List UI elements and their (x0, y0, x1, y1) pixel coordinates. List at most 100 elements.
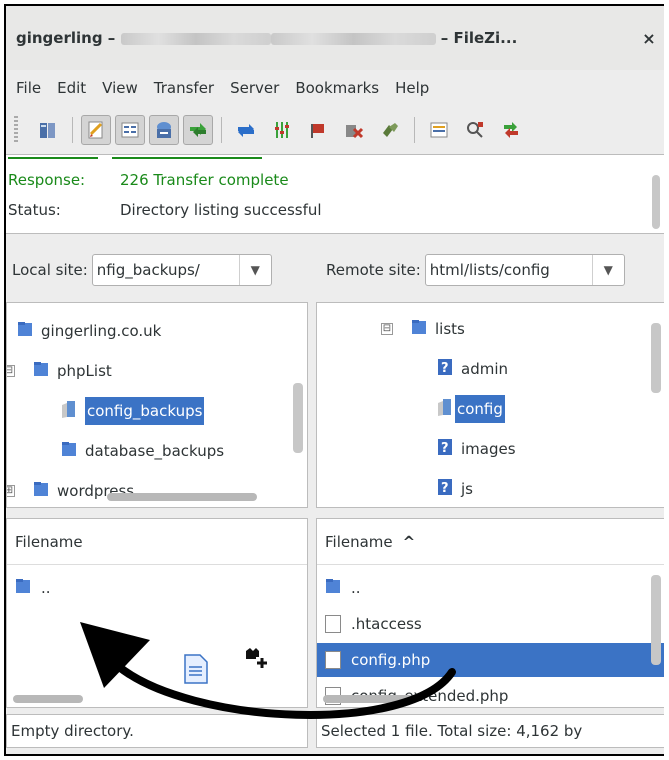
tree-node-label: js (461, 480, 473, 498)
file-row[interactable]: .. (317, 571, 664, 605)
remote-column-header[interactable]: Filename ^ (317, 519, 664, 565)
tree-node-label: gingerling.co.uk (41, 322, 162, 340)
tree-node[interactable]: ⊟ lists (381, 315, 465, 343)
menu-view[interactable]: View (94, 79, 146, 97)
log-line-partial (8, 155, 262, 159)
directory-filter-icon[interactable] (426, 117, 452, 143)
remote-site-combo[interactable]: html/lists/config ▼ (424, 254, 625, 286)
redacted-host-2 (270, 32, 436, 45)
menu-file[interactable]: File (8, 79, 49, 97)
filename-column-label[interactable]: Filename (325, 533, 393, 551)
drag-copy-cursor-icon (243, 645, 271, 677)
expand-icon[interactable]: ⊞ (7, 485, 15, 497)
file-name: .. (351, 579, 361, 597)
local-status-bar: Empty directory. (6, 714, 308, 748)
tree-node-label: database_backups (85, 442, 225, 460)
file-name: config.php (351, 651, 431, 669)
tree-node-selected[interactable]: config (437, 395, 505, 423)
find-files-icon[interactable] (462, 117, 488, 143)
file-row[interactable]: .. (7, 571, 307, 605)
folder-icon (33, 480, 49, 502)
refresh-icon[interactable] (233, 117, 259, 143)
remote-status-bar: Selected 1 file. Total size: 4,162 by (316, 714, 664, 748)
menu-server[interactable]: Server (222, 79, 287, 97)
tree-node[interactable]: ⊟ phpList (7, 357, 112, 385)
process-queue-icon[interactable] (269, 117, 295, 143)
tree-node-selected[interactable]: config_backups (61, 397, 205, 425)
folder-icon (61, 440, 77, 462)
collapse-icon[interactable]: ⊟ (7, 365, 15, 377)
log-scrollbar[interactable] (652, 175, 660, 229)
disconnect-icon[interactable] (341, 117, 367, 143)
message-log-toggle-icon[interactable] (81, 115, 111, 145)
site-manager-icon[interactable] (35, 117, 61, 143)
local-list-hscrollbar[interactable] (13, 695, 83, 703)
remote-list-hscrollbar[interactable] (323, 695, 413, 703)
file-name: .. (41, 579, 51, 597)
local-site-combo[interactable]: nfig_backups/ ▼ (91, 254, 272, 286)
remote-tree-vscrollbar[interactable] (651, 323, 661, 393)
remote-site-bar: Remote site: html/lists/config ▼ (316, 242, 664, 298)
tree-node-label: lists (435, 320, 465, 338)
folder-icon (411, 318, 427, 340)
remote-site-label: Remote site: (326, 261, 421, 279)
menu-help[interactable]: Help (387, 79, 437, 97)
remote-tree-toggle-icon[interactable] (149, 115, 179, 145)
window-title-prefix: gingerling – (16, 29, 121, 47)
menu-transfer[interactable]: Transfer (146, 79, 222, 97)
log-label: Response: (8, 171, 86, 189)
sort-ascending-icon[interactable]: ^ (403, 533, 416, 551)
dragged-file-icon (183, 653, 209, 689)
local-site-bar: Local site: nfig_backups/ ▼ (6, 242, 308, 298)
folder-icon (15, 577, 31, 599)
sync-browsing-icon[interactable] (498, 117, 524, 143)
transfer-queue-toggle-icon[interactable] (183, 115, 213, 145)
log-line: Response: 226 Transfer complete (8, 171, 289, 189)
local-file-list: Filename .. (6, 518, 308, 708)
collapse-icon[interactable]: ⊟ (381, 323, 393, 335)
unknown-folder-icon: ? (437, 478, 453, 500)
local-tree-toggle-icon[interactable] (115, 115, 145, 145)
local-site-label: Local site: (12, 261, 88, 279)
file-icon (325, 615, 341, 633)
log-text: Directory listing successful (120, 201, 322, 219)
tree-node[interactable]: gingerling.co.uk (17, 317, 161, 345)
close-button[interactable]: × (634, 29, 664, 48)
reconnect-icon[interactable] (377, 117, 403, 143)
remote-directory-tree: ⊟ lists ? admin config ? images ? js (316, 302, 664, 508)
filename-column-label[interactable]: Filename (15, 533, 83, 551)
redacted-host (120, 32, 271, 45)
local-site-value[interactable]: nfig_backups/ (93, 255, 239, 285)
tree-node[interactable]: ? admin (437, 355, 508, 383)
tree-node[interactable]: database_backups (61, 437, 224, 465)
unknown-folder-icon: ? (437, 438, 453, 460)
chevron-down-icon[interactable]: ▼ (591, 255, 624, 285)
file-row-selected[interactable]: config.php (317, 643, 664, 677)
menu-bookmarks[interactable]: Bookmarks (287, 79, 387, 97)
cancel-operation-icon[interactable] (305, 117, 331, 143)
toolbar-grip[interactable] (14, 116, 18, 144)
tree-node[interactable]: ? images (437, 435, 516, 463)
log-line: Status: Directory listing successful (8, 201, 322, 219)
menu-bar: File Edit View Transfer Server Bookmarks… (6, 70, 664, 106)
toolbar-separator (221, 117, 222, 143)
toolbar-separator (72, 117, 73, 143)
tree-node[interactable]: ? js (437, 475, 473, 503)
local-column-header[interactable]: Filename (7, 519, 307, 565)
filezilla-window: gingerling – – FileZi... × File Edit Vie… (4, 4, 664, 756)
toolbar-separator (414, 117, 415, 143)
log-text: 226 Transfer complete (120, 171, 289, 189)
log-label: Status: (8, 201, 61, 219)
file-row[interactable]: config_extended.php (317, 679, 664, 707)
remote-site-value[interactable]: html/lists/config (426, 255, 592, 285)
svg-text:?: ? (441, 441, 449, 456)
menu-edit[interactable]: Edit (49, 79, 94, 97)
svg-text:?: ? (441, 481, 449, 496)
chevron-down-icon[interactable]: ▼ (238, 255, 271, 285)
local-tree-hscrollbar[interactable] (107, 493, 257, 501)
local-directory-tree: gingerling.co.uk ⊟ phpList config_backup… (6, 302, 308, 508)
file-row[interactable]: .htaccess (317, 607, 664, 641)
local-tree-vscrollbar[interactable] (293, 383, 303, 453)
remote-list-vscrollbar[interactable] (651, 575, 661, 665)
tree-node-label: phpList (57, 362, 112, 380)
